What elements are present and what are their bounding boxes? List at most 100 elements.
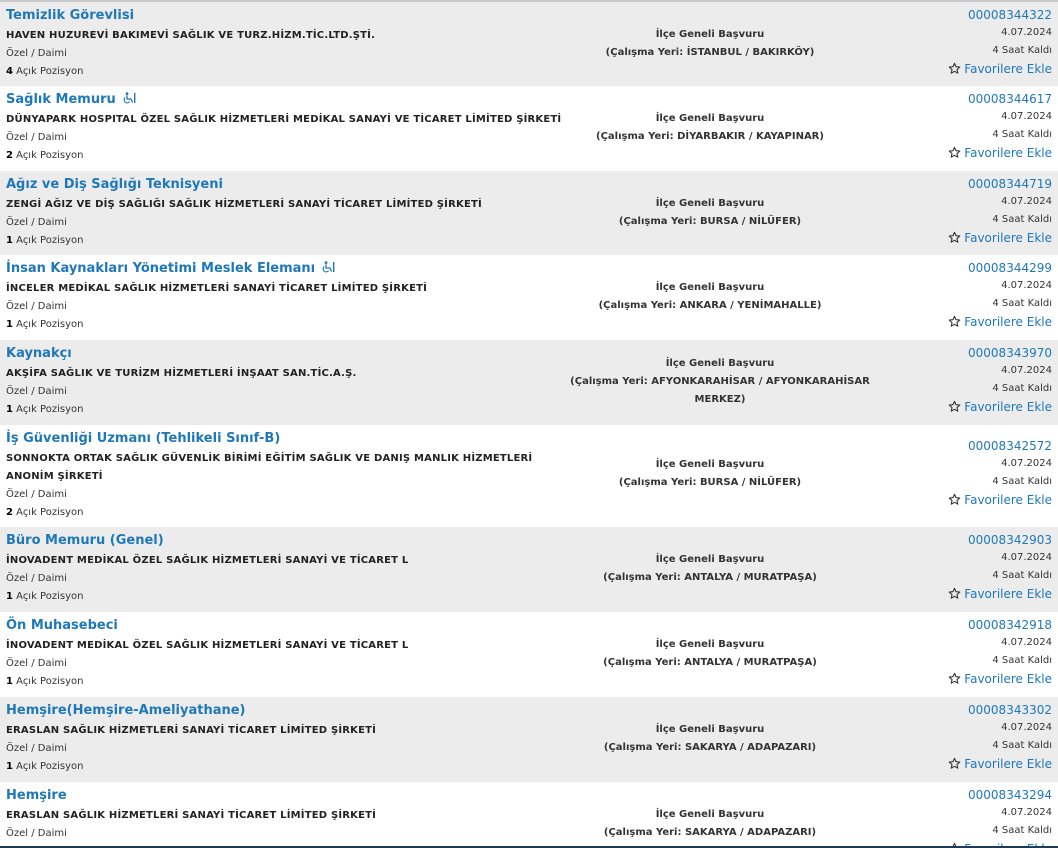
work-location: (Çalışma Yeri: ANTALYA / MURATPAŞA) [560,569,860,587]
open-positions-label: Açık Pozisyon [12,150,84,161]
job-listing-row: Ön Muhasebeci İNOVADENT MEDİKAL ÖZEL SAĞ… [0,612,1058,697]
listing-meta: 00008344299 4.07.2024 4 Saat Kaldı Favor… [948,259,1052,331]
company-name: İNCELER MEDİKAL SAĞLIK HİZMETLERİ SANAYİ… [6,283,428,294]
company-name: DÜNYAPARK HOSPITAL ÖZEL SAĞLIK HİZMETLER… [6,114,562,125]
favorite-label[interactable]: Favorilere Ekle [964,672,1052,686]
time-remaining: 4 Saat Kaldı [992,740,1052,751]
job-title-text[interactable]: Büro Memuru (Genel) [6,533,164,548]
time-remaining: 4 Saat Kaldı [992,298,1052,309]
open-positions: 4 Açık Pozisyon [6,63,566,81]
favorite-label[interactable]: Favorilere Ekle [964,400,1052,414]
add-to-favorites-button[interactable]: Favorilere Ekle [948,491,1052,509]
reference-number-link[interactable]: 00008344299 [948,259,1052,277]
job-info: Ağız ve Diş Sağlığı Teknisyeni ZENGİ AĞI… [6,175,566,250]
add-to-favorites-button[interactable]: Favorilere Ekle [948,229,1052,247]
favorite-label[interactable]: Favorilere Ekle [964,587,1052,601]
favorite-label[interactable]: Favorilere Ekle [964,315,1052,329]
reference-number-link[interactable]: 00008342918 [948,616,1052,634]
time-remaining: 4 Saat Kaldı [992,214,1052,225]
open-positions: 1 Açık Pozisyon [6,673,566,691]
job-listing-row: Ağız ve Diş Sağlığı Teknisyeni ZENGİ AĞI… [0,171,1058,255]
favorite-label[interactable]: Favorilere Ekle [964,146,1052,160]
job-title-text[interactable]: Temizlik Görevlisi [6,8,134,23]
job-title-link[interactable]: Ön Muhasebeci [6,616,566,637]
job-title-text[interactable]: Hemşire(Hemşire-Ameliyathane) [6,703,246,718]
scope-label: İlçe Geneli Başvuru [655,198,765,209]
listing-meta: 00008344322 4.07.2024 4 Saat Kaldı Favor… [948,6,1052,78]
wheelchair-icon [321,260,335,280]
job-title-text[interactable]: Ağız ve Diş Sağlığı Teknisyeni [6,177,223,192]
location-suffix: ) [819,131,824,142]
reference-number-link[interactable]: 00008342903 [948,531,1052,549]
reference-number-link[interactable]: 00008342572 [948,437,1052,455]
add-to-favorites-button[interactable]: Favorilere Ekle [948,144,1052,162]
job-listing-row: Kaynakçı AKŞİFA SAĞLIK VE TURİZM HİZMETL… [0,340,1058,425]
star-outline-icon [949,587,961,599]
reference-number-link[interactable]: 00008343970 [948,344,1052,362]
job-title-text[interactable]: İş Güvenliği Uzmanı (Tehlikeli Sınıf-B) [6,431,280,446]
location-prefix: (Çalışma Yeri: [605,47,687,58]
job-title-link[interactable]: Sağlık Memuru [6,90,566,111]
open-positions: 1 Açık Pozisyon [6,316,566,334]
job-title-link[interactable]: Temizlik Görevlisi [6,6,566,27]
contract-type: Özel / Daimi [6,48,67,59]
job-title-text[interactable]: Hemşire [6,788,67,803]
job-title-link[interactable]: İnsan Kaynakları Yönetimi Meslek Elemanı [6,259,566,280]
reference-number-link[interactable]: 00008343302 [948,701,1052,719]
listing-meta: 00008343302 4.07.2024 4 Saat Kaldı Favor… [948,701,1052,773]
company-name: AKŞİFA SAĞLIK VE TURİZM HİZMETLERİ İNŞAA… [6,368,357,379]
location-prefix: (Çalışma Yeri: [570,376,652,387]
application-scope: İlçe Geneli Başvuru (Çalışma Yeri: İSTAN… [560,26,860,62]
reference-number-link[interactable]: 00008343294 [948,786,1052,804]
location-suffix: ) [811,827,817,838]
location-value: BURSA / NİLÜFER [699,216,797,227]
open-positions-count: 2 [6,507,13,518]
location-prefix: (Çalışma Yeri: [596,131,678,142]
job-title-link[interactable]: Ağız ve Diş Sağlığı Teknisyeni [6,175,566,196]
job-listing-row: Temizlik Görevlisi HAVEN HUZUREVİ BAKIME… [0,2,1058,86]
add-to-favorites-button[interactable]: Favorilere Ekle [948,755,1052,773]
add-to-favorites-button[interactable]: Favorilere Ekle [948,585,1052,603]
add-to-favorites-button[interactable]: Favorilere Ekle [948,60,1052,78]
job-title-text[interactable]: Ön Muhasebeci [6,618,118,633]
scope-label: İlçe Geneli Başvuru [655,809,765,820]
job-title-link[interactable]: Hemşire [6,786,566,807]
job-title-link[interactable]: Hemşire(Hemşire-Ameliyathane) [6,701,566,722]
contract-type: Özel / Daimi [6,743,67,754]
job-title-text[interactable]: Sağlık Memuru [6,92,116,107]
application-scope: İlçe Geneli Başvuru (Çalışma Yeri: ANTAL… [560,551,860,587]
star-outline-icon [949,672,961,684]
add-to-favorites-button[interactable]: Favorilere Ekle [948,840,1052,848]
location-suffix: ) [812,572,817,583]
reference-number-link[interactable]: 00008344719 [948,175,1052,193]
favorite-label[interactable]: Favorilere Ekle [964,842,1052,848]
posting-date: 4.07.2024 [1001,111,1052,122]
job-title-text[interactable]: Kaynakçı [6,346,72,361]
favorite-label[interactable]: Favorilere Ekle [964,231,1052,245]
open-positions-count: 1 [6,235,13,246]
job-info: Ön Muhasebeci İNOVADENT MEDİKAL ÖZEL SAĞ… [6,616,566,691]
add-to-favorites-button[interactable]: Favorilere Ekle [948,313,1052,331]
company-name: HAVEN HUZUREVİ BAKIMEVİ SAĞLIK VE TURZ.H… [6,30,376,41]
reference-number-link[interactable]: 00008344617 [948,90,1052,108]
location-prefix: (Çalışma Yeri: [603,742,685,753]
reference-number-link[interactable]: 00008344322 [948,6,1052,24]
favorite-label[interactable]: Favorilere Ekle [964,493,1052,507]
scope-label: İlçe Geneli Başvuru [655,554,765,565]
open-positions-count: 4 [6,66,13,77]
open-positions-count: 1 [6,676,13,687]
job-title-text[interactable]: İnsan Kaynakları Yönetimi Meslek Elemanı [6,261,315,276]
add-to-favorites-button[interactable]: Favorilere Ekle [948,670,1052,688]
work-location: (Çalışma Yeri: AFYONKARAHİSAR / AFYONKAR… [570,373,870,409]
job-title-link[interactable]: İş Güvenliği Uzmanı (Tehlikeli Sınıf-B) [6,429,566,450]
favorite-label[interactable]: Favorilere Ekle [964,757,1052,771]
job-title-link[interactable]: Kaynakçı [6,344,566,365]
job-title-link[interactable]: Büro Memuru (Genel) [6,531,566,552]
location-value: BURSA / NİLÜFER [699,477,797,488]
job-info: Sağlık Memuru DÜNYAPARK HOSPITAL ÖZEL SA… [6,90,566,165]
job-listing-row: Büro Memuru (Genel) İNOVADENT MEDİKAL ÖZ… [0,527,1058,612]
job-listing-row: Hemşire(Hemşire-Ameliyathane) ERASLAN SA… [0,697,1058,782]
add-to-favorites-button[interactable]: Favorilere Ekle [948,398,1052,416]
job-listing-row: Hemşire ERASLAN SAĞLIK HİZMETLERİ SANAYİ… [0,782,1058,848]
favorite-label[interactable]: Favorilere Ekle [964,62,1052,76]
